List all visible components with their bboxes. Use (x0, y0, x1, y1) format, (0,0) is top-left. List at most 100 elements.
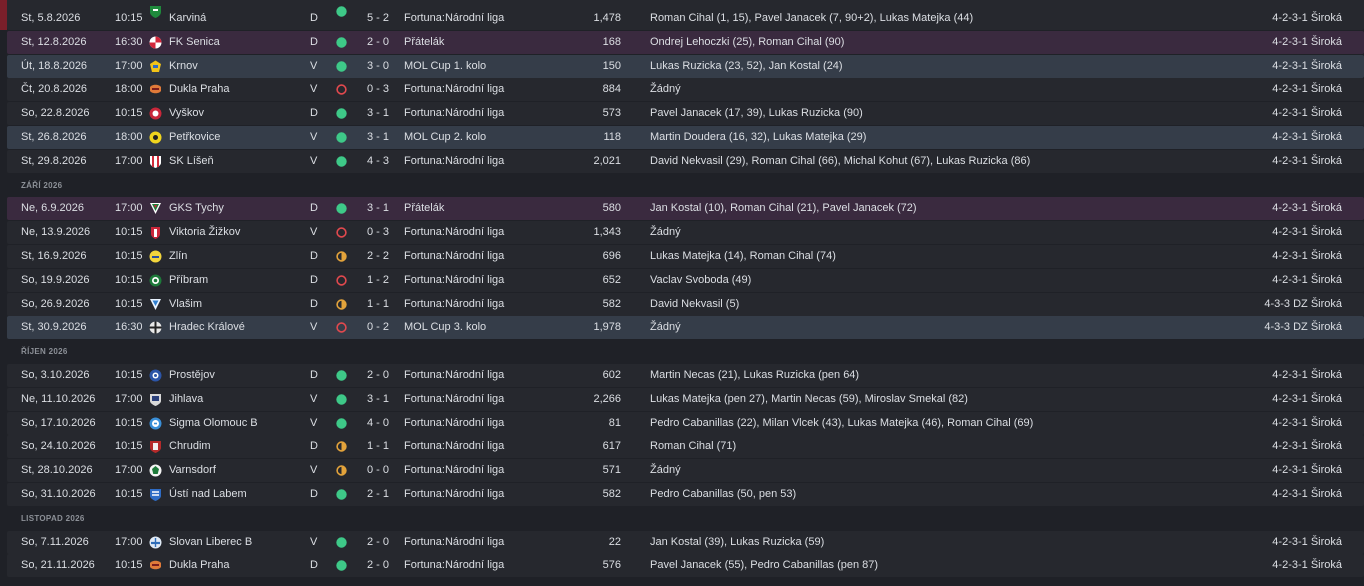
fixture-row[interactable]: St, 26.8.2026 18:00 Petřkovice V 3 - 1 MOL Cu… (7, 126, 1364, 149)
draw-result-icon (336, 441, 347, 452)
draw-result-icon (336, 465, 347, 476)
opponent-name[interactable]: Karviná (169, 7, 206, 30)
score: 1 - 1 (367, 298, 390, 310)
opponent-name[interactable]: FK Senica (169, 31, 220, 54)
formation: 4-2-3-1 Široká (1272, 202, 1342, 214)
venue: D (310, 12, 318, 24)
opponent-name[interactable]: Vlašim (169, 293, 202, 316)
competition[interactable]: Fortuna:Národní liga (404, 269, 504, 292)
competition[interactable]: Fortuna:Národní liga (404, 78, 504, 101)
attendance: 1,978 (593, 321, 621, 333)
opponent-name[interactable]: Chrudim (169, 435, 211, 458)
fixture-row[interactable]: So, 7.11.2026 17:00 Slovan Liberec B V 2 - 0… (7, 531, 1364, 554)
attendance: 602 (602, 369, 621, 381)
goalscorers: Lukas Matejka (pen 27), Martin Necas (59… (650, 393, 968, 405)
month-header: ŘÍJEN 2026 (21, 347, 68, 356)
opponent-name[interactable]: GKS Tychy (169, 197, 224, 220)
fixture-row[interactable]: Čt, 20.8.2026 18:00 Dukla Praha V 0 - 3 Fortu… (7, 78, 1364, 101)
win-result-icon (336, 6, 347, 17)
goalscorers: Pedro Cabanillas (50, pen 53) (650, 488, 797, 500)
competition[interactable]: Fortuna:Národní liga (404, 102, 504, 125)
opponent-name[interactable]: Viktoria Žižkov (169, 221, 240, 244)
goalscorers: Martin Necas (21), Lukas Ruzicka (pen 64… (650, 369, 860, 381)
competition[interactable]: Fortuna:Národní liga (404, 483, 504, 506)
competition[interactable]: Fortuna:Národní liga (404, 388, 504, 411)
win-result-icon (336, 394, 347, 405)
opponent-name[interactable]: SK Líšeň (169, 150, 214, 173)
opponent-name[interactable]: Příbram (169, 269, 208, 292)
fixture-row[interactable]: St, 16.9.2026 10:15 Zlín D 2 - 2 Fortuna:Náro… (7, 245, 1364, 268)
competition[interactable]: Fortuna:Národní liga (404, 245, 504, 268)
opponent-name[interactable]: Dukla Praha (169, 554, 230, 577)
competition[interactable]: Fortuna:Národní liga (404, 150, 504, 173)
competition[interactable]: Fortuna:Národní liga (404, 459, 504, 482)
opponent-name[interactable]: Varnsdorf (169, 459, 216, 482)
opponent-name[interactable]: Zlín (169, 245, 187, 268)
match-date: St, 16.9.2026 (21, 250, 87, 262)
opponent-name[interactable]: Hradec Králové (169, 316, 245, 339)
fixture-row[interactable]: St, 12.8.2026 16:30 FK Senica D 2 - 0 Přátelá… (7, 31, 1364, 54)
fixture-row[interactable]: So, 21.11.2026 10:15 Dukla Praha D 2 - 0 Fort… (7, 554, 1364, 577)
competition[interactable]: Přátelák (404, 31, 444, 54)
competition[interactable]: Přátelák (404, 197, 444, 220)
opponent-name[interactable]: Ústí nad Labem (169, 483, 247, 506)
competition[interactable]: MOL Cup 1. kolo (404, 55, 486, 78)
fixture-row[interactable]: St, 5.8.2026 10:15 Karviná D 5 - 2 Fortuna:Ná… (7, 0, 1364, 30)
score: 2 - 1 (367, 488, 390, 500)
opponent-name[interactable]: Slovan Liberec B (169, 531, 252, 554)
match-time: 17:00 (115, 464, 143, 476)
fixture-row[interactable]: St, 29.8.2026 17:00 SK Líšeň V 4 - 3 Fortuna:… (7, 150, 1364, 173)
opponent-name[interactable]: Prostějov (169, 364, 215, 387)
fixture-row[interactable]: So, 22.8.2026 10:15 Vyškov D 3 - 1 Fortuna:Ná… (7, 102, 1364, 125)
score: 3 - 1 (367, 131, 390, 143)
formation: 4-2-3-1 Široká (1272, 536, 1342, 548)
competition[interactable]: Fortuna:Národní liga (404, 531, 504, 554)
fixture-row[interactable]: Út, 18.8.2026 17:00 Krnov V 3 - 0 MOL Cup 1. … (7, 55, 1364, 78)
fixture-row[interactable]: So, 19.9.2026 10:15 Příbram D 1 - 2 Fortuna:N… (7, 269, 1364, 292)
competition[interactable]: Fortuna:Národní liga (404, 7, 504, 30)
fixture-row[interactable]: Ne, 11.10.2026 17:00 Jihlava V 3 - 1 Fortuna:… (7, 388, 1364, 411)
formation: 4-2-3-1 Široká (1272, 488, 1342, 500)
fixture-row[interactable]: Ne, 6.9.2026 17:00 GKS Tychy D 3 - 1 Přátelák… (7, 197, 1364, 220)
match-date: Ne, 6.9.2026 (21, 202, 84, 214)
fixture-row[interactable]: So, 26.9.2026 10:15 Vlašim D 1 - 1 Fortuna:Ná… (7, 293, 1364, 316)
opponent-name[interactable]: Sigma Olomouc B (169, 412, 258, 435)
fixture-row[interactable]: So, 17.10.2026 10:15 Sigma Olomouc B V 4 - 0… (7, 412, 1364, 435)
opponent-name[interactable]: Dukla Praha (169, 78, 230, 101)
usti-crest (149, 488, 162, 501)
fixture-row[interactable]: So, 31.10.2026 10:15 Ústí nad Labem D 2 - 1 F… (7, 483, 1364, 506)
competition[interactable]: Fortuna:Národní liga (404, 435, 504, 458)
competition[interactable]: Fortuna:Národní liga (404, 412, 504, 435)
score: 0 - 0 (367, 464, 390, 476)
competition[interactable]: Fortuna:Národní liga (404, 554, 504, 577)
win-result-icon (336, 37, 347, 48)
attendance: 1,343 (593, 226, 621, 238)
fixture-row[interactable]: St, 30.9.2026 16:30 Hradec Králové V 0 - 2 MO… (7, 316, 1364, 339)
match-time: 10:15 (115, 488, 143, 500)
month-header: ZÁŘÍ 2026 (21, 181, 63, 190)
fixture-row[interactable]: So, 24.10.2026 10:15 Chrudim D 1 - 1 Fortuna:… (7, 435, 1364, 458)
opponent-name[interactable]: Jihlava (169, 388, 203, 411)
match-time: 10:15 (115, 107, 143, 119)
formation: 4-2-3-1 Široká (1272, 131, 1342, 143)
opponent-name[interactable]: Petřkovice (169, 126, 220, 149)
fixture-row[interactable]: Ne, 13.9.2026 10:15 Viktoria Žižkov V 0 - 3 F… (7, 221, 1364, 244)
liberec-crest (149, 536, 162, 549)
formation: 4-2-3-1 Široká (1272, 107, 1342, 119)
competition[interactable]: MOL Cup 2. kolo (404, 126, 486, 149)
venue: V (310, 464, 318, 476)
opponent-name[interactable]: Vyškov (169, 102, 204, 125)
opponent-name[interactable]: Krnov (169, 55, 198, 78)
match-date: Čt, 20.8.2026 (21, 83, 88, 95)
formation: 4-3-3 DZ Široká (1264, 298, 1342, 310)
competition[interactable]: MOL Cup 3. kolo (404, 316, 486, 339)
fixture-row[interactable]: So, 3.10.2026 10:15 Prostějov D 2 - 0 Fortuna… (7, 364, 1364, 387)
match-time: 17:00 (115, 155, 143, 167)
fixture-row[interactable]: St, 28.10.2026 17:00 Varnsdorf V 0 - 0 Fortun… (7, 459, 1364, 482)
goalscorers: Pedro Cabanillas (22), Milan Vlcek (43),… (650, 417, 1034, 429)
competition[interactable]: Fortuna:Národní liga (404, 221, 504, 244)
tychy-crest (149, 202, 162, 215)
competition[interactable]: Fortuna:Národní liga (404, 293, 504, 316)
score: 2 - 0 (367, 536, 390, 548)
competition[interactable]: Fortuna:Národní liga (404, 364, 504, 387)
